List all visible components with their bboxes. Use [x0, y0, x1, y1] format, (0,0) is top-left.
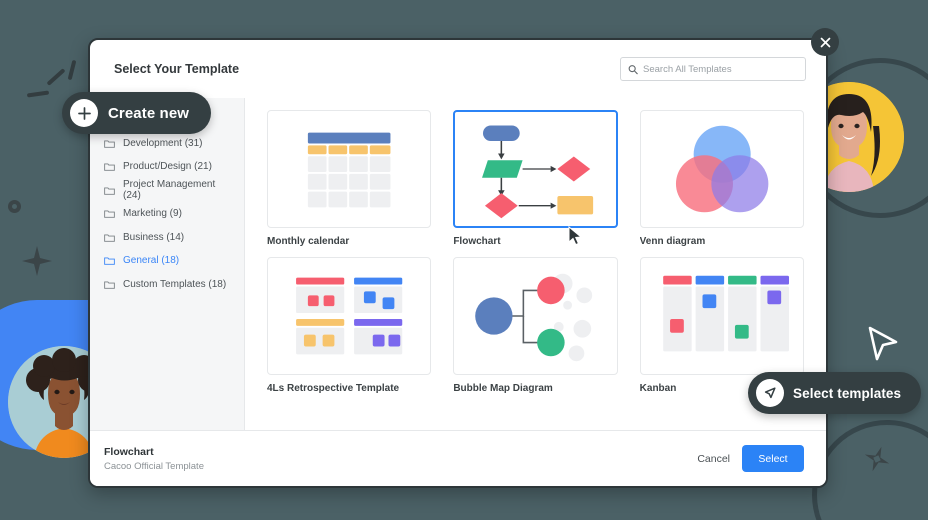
sidebar-item-custom-templates[interactable]: Custom Templates (18): [90, 273, 244, 297]
template-card-flowchart[interactable]: Flowchart: [453, 110, 618, 247]
sidebar-item-label: Marketing (9): [123, 208, 182, 220]
folder-icon: [104, 281, 115, 289]
mouse-pointer-icon: [568, 225, 584, 246]
selected-template-name: Flowchart: [104, 445, 154, 458]
template-thumbnail: [453, 257, 618, 375]
create-new-label: Create new: [108, 104, 190, 122]
template-card-label: 4Ls Retrospective Template: [267, 383, 400, 394]
folder-icon: [104, 140, 115, 148]
sidebar-item-label: Project Management (24): [123, 179, 216, 202]
template-grid-area: Monthly calendar Flowchart Venn diagram …: [245, 98, 826, 430]
sidebar-item-development[interactable]: Development (31): [90, 132, 244, 156]
sidebar-item-marketing[interactable]: Marketing (9): [90, 202, 244, 226]
venn-thumbnail-art: [675, 125, 769, 213]
dialog-header: Select Your Template: [90, 40, 826, 98]
small-ring-decoration: [8, 200, 21, 213]
select-templates-pill[interactable]: Select templates: [748, 372, 922, 414]
folder-icon: [104, 257, 115, 265]
dialog-footer: Flowchart Cacoo Official Template Cancel…: [90, 430, 826, 486]
calendar-thumbnail-art: [307, 132, 391, 208]
template-card-bubble-map-diagram[interactable]: Bubble Map Diagram: [453, 257, 618, 394]
create-new-pill[interactable]: Create new: [62, 92, 212, 134]
large-cursor-arrow-icon: [866, 326, 900, 366]
search-input-wrapper[interactable]: [620, 57, 806, 81]
template-thumbnail: [267, 110, 432, 228]
template-thumbnail: [639, 110, 804, 228]
template-card-label: Bubble Map Diagram: [453, 383, 553, 394]
dark-arc-decoration-bottom: [812, 420, 928, 520]
search-input[interactable]: [643, 63, 798, 75]
template-card-monthly-calendar[interactable]: Monthly calendar: [267, 110, 432, 247]
template-thumbnail: [639, 257, 804, 375]
template-card-label: Venn diagram: [639, 236, 706, 247]
selected-template-subtitle: Cacoo Official Template: [104, 460, 204, 472]
sidebar-item-project-management[interactable]: Project Management (24): [90, 179, 244, 203]
sidebar-item-label: General (18): [123, 255, 180, 267]
flowchart-thumbnail-art: [482, 125, 594, 219]
template-grid: Monthly calendar Flowchart Venn diagram …: [267, 110, 804, 394]
selected-template-info: Flowchart Cacoo Official Template: [104, 446, 204, 472]
template-card-4ls-retrospective[interactable]: 4Ls Retrospective Template: [267, 257, 432, 394]
sidebar-item-business[interactable]: Business (14): [90, 226, 244, 250]
retrospective-thumbnail-art: [296, 277, 403, 355]
page-title: Select Your Template: [114, 62, 240, 76]
folder-icon: [104, 187, 115, 195]
folder-icon: [104, 210, 115, 218]
four-point-star-icon: [22, 246, 52, 276]
template-card-label: Flowchart: [453, 236, 501, 247]
folder-icon: [104, 234, 115, 242]
sidebar-item-label: Business (14): [123, 231, 185, 243]
sidebar-item-product-design[interactable]: Product/Design (21): [90, 155, 244, 179]
sidebar-item-label: Custom Templates (18): [123, 278, 227, 290]
kanban-thumbnail-art: [662, 275, 789, 352]
template-thumbnail: [453, 110, 618, 228]
sidebar-item-general[interactable]: General (18): [90, 249, 244, 273]
close-button[interactable]: [811, 28, 839, 56]
template-card-label: Monthly calendar: [267, 236, 350, 247]
dialog-body: All (177) Development (31) Product/Desig…: [90, 98, 826, 430]
plus-icon: [70, 99, 98, 127]
close-icon: [820, 37, 830, 47]
sidebar-item-label: Product/Design (21): [123, 161, 212, 173]
category-sidebar: All (177) Development (31) Product/Desig…: [90, 98, 245, 430]
select-templates-label: Select templates: [793, 385, 902, 401]
four-point-star-outline-icon: [860, 442, 893, 475]
template-thumbnail: [267, 257, 432, 375]
cancel-button[interactable]: Cancel: [697, 453, 730, 465]
cursor-arrow-icon: [756, 379, 784, 407]
select-button[interactable]: Select: [742, 445, 804, 472]
search-icon: [628, 64, 638, 74]
folder-icon: [104, 163, 115, 171]
bubble-map-thumbnail-art: [475, 273, 593, 362]
sidebar-item-label: Development (31): [123, 137, 203, 149]
template-card-venn-diagram[interactable]: Venn diagram: [639, 110, 804, 247]
